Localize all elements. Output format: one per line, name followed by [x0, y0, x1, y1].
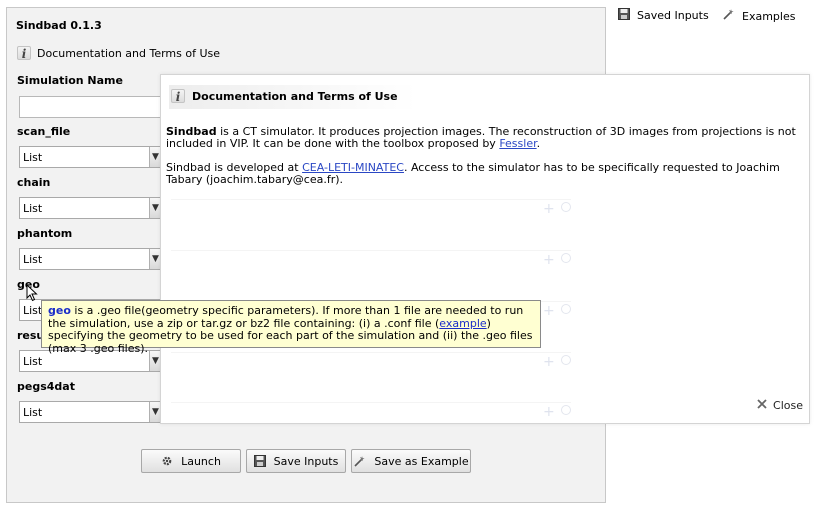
geo-help-tooltip: geo is a .geo file(geometry specific par…: [41, 300, 541, 354]
floppy-disk-icon: [618, 8, 630, 23]
phantom-select-value: List: [23, 253, 43, 266]
save-as-example-button[interactable]: Save as Example: [351, 449, 471, 473]
app-title: Sindbad 0.1.3: [16, 19, 102, 32]
popup-title: Documentation and Terms of Use: [192, 89, 398, 103]
doc-paragraph-description: Sindbad is a CT simulator. It produces p…: [166, 126, 802, 150]
field-label-phantom: phantom: [17, 227, 73, 240]
plus-icon: +: [543, 354, 555, 370]
search-icon: [560, 405, 571, 415]
close-button[interactable]: Close: [757, 399, 803, 412]
ghost-row: +: [171, 199, 571, 217]
save-as-example-button-label: Save as Example: [374, 454, 469, 468]
mouse-cursor-icon: [26, 283, 38, 305]
popup-header: i Documentation and Terms of Use: [171, 89, 398, 104]
examples-link[interactable]: Examples: [722, 8, 795, 24]
example-link[interactable]: example: [439, 317, 486, 330]
plus-icon: +: [543, 201, 555, 217]
documentation-popup: i Documentation and Terms of Use Sindbad…: [160, 74, 810, 424]
info-icon: i: [17, 46, 31, 61]
ghost-row: +: [171, 402, 571, 420]
magic-wand-icon: [722, 8, 735, 24]
ghost-row: +: [171, 250, 571, 268]
search-icon: [560, 355, 571, 365]
plus-icon: +: [543, 252, 555, 268]
documentation-link-label: Documentation and Terms of Use: [37, 46, 221, 60]
fessler-link[interactable]: Fessler: [499, 137, 536, 150]
close-icon: [757, 399, 767, 412]
ghost-row: +: [171, 352, 571, 370]
pegs4dat-select-value: List: [23, 406, 43, 419]
close-label: Close: [773, 399, 803, 412]
resu-select-value: List: [23, 355, 43, 368]
save-inputs-button[interactable]: Save Inputs: [246, 449, 346, 473]
field-label-scan-file: scan_file: [17, 125, 71, 138]
floppy-disk-icon: [253, 455, 266, 467]
description-text: is a CT simulator. It produces projectio…: [166, 125, 796, 150]
tooltip-term: geo: [48, 304, 71, 317]
launch-button-label: Launch: [181, 454, 221, 468]
info-icon: i: [171, 89, 185, 104]
plus-icon: +: [543, 303, 555, 319]
launch-button[interactable]: Launch: [141, 449, 241, 473]
geo-select-value: List: [23, 304, 43, 317]
gear-icon: [161, 455, 173, 467]
search-icon: [560, 202, 571, 212]
examples-label: Examples: [742, 9, 796, 23]
chain-select[interactable]: List ▼: [19, 197, 162, 219]
scan-file-select[interactable]: List ▼: [19, 146, 162, 168]
scan-file-select-value: List: [23, 151, 43, 164]
description-end: .: [536, 137, 541, 150]
simulation-name-label: Simulation Name: [17, 74, 123, 87]
field-label-pegs4dat: pegs4dat: [17, 380, 75, 393]
save-inputs-button-label: Save Inputs: [273, 454, 339, 468]
chain-select-value: List: [23, 202, 43, 215]
saved-inputs-label: Saved Inputs: [637, 9, 709, 22]
saved-inputs-link[interactable]: Saved Inputs: [618, 8, 709, 23]
pegs4dat-select[interactable]: List ▼: [19, 401, 162, 423]
search-icon: [560, 304, 571, 314]
field-label-chain: chain: [17, 176, 51, 189]
search-icon: [560, 253, 571, 263]
doc-paragraph-access: Sindbad is developed at CEA-LETI-MINATEC…: [166, 162, 802, 186]
documentation-link[interactable]: i Documentation and Terms of Use: [17, 46, 221, 61]
plus-icon: +: [543, 404, 555, 420]
magic-wand-icon: [353, 455, 366, 468]
phantom-select[interactable]: List ▼: [19, 248, 162, 270]
